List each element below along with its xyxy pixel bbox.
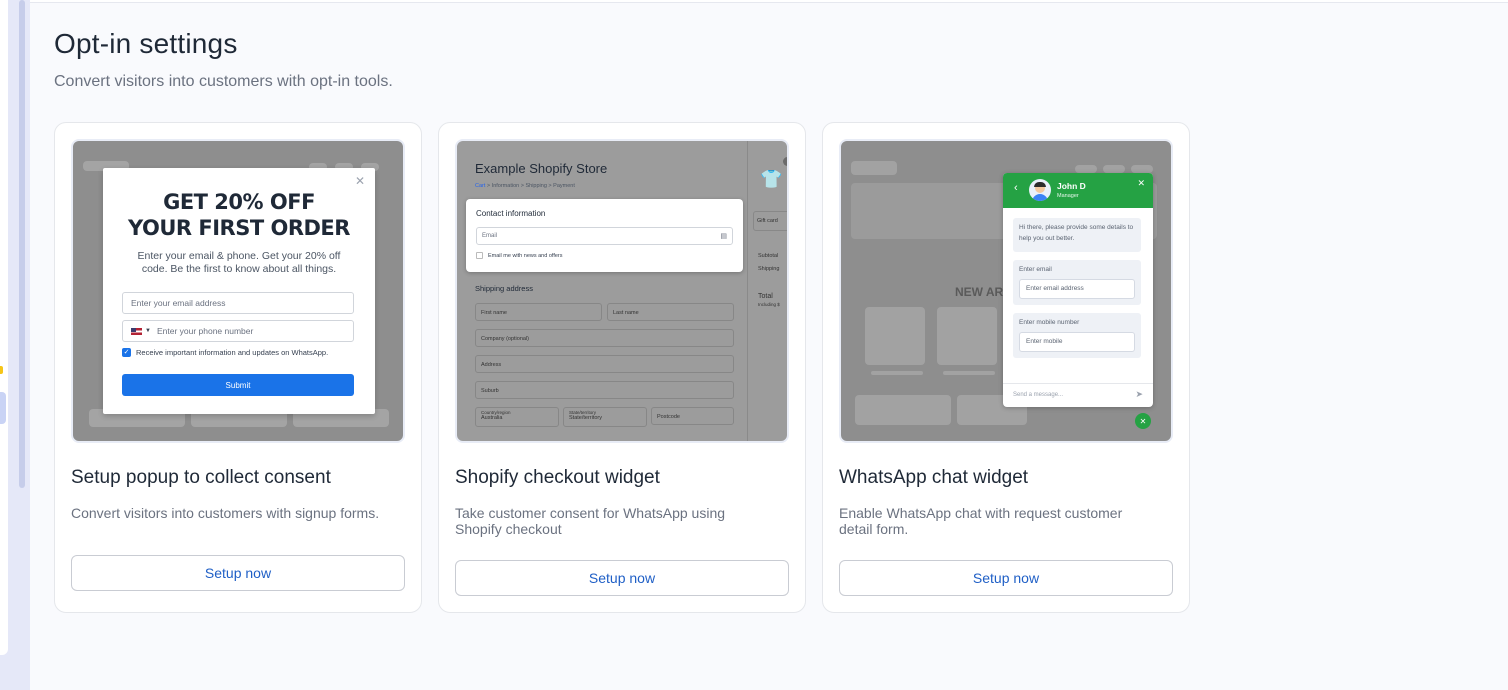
close-icon: ✕ [1137, 178, 1145, 188]
checkout-preview-image: Example Shopify Store Cart > Information… [455, 139, 789, 443]
email-field: Email ▤ [476, 227, 733, 245]
popup-submit-button: Submit [122, 374, 354, 396]
whatsapp-close-fab-icon: ✕ [1135, 413, 1151, 429]
send-icon: ➤ [1135, 389, 1143, 399]
sidebar-active-item[interactable] [0, 392, 6, 424]
phone-placeholder: Enter your phone number [156, 326, 254, 336]
news-checkbox: Email me with news and offers [476, 252, 563, 259]
chevron-down-icon: ▼ [145, 328, 151, 334]
agent-role: Manager [1057, 193, 1079, 199]
left-sidebar [0, 0, 30, 690]
address-field: Address [475, 355, 734, 373]
sidebar-indicator-dot [0, 366, 3, 374]
agent-name: John D [1057, 181, 1086, 191]
contact-information-box: Contact information Email ▤ Email me wit… [466, 199, 743, 272]
page-title: Opt-in settings [54, 28, 238, 59]
store-name: Example Shopify Store [475, 161, 608, 176]
email-group: Enter email Enter email address [1013, 260, 1141, 305]
popup-headline-2: YOUR FIRST ORDER [128, 216, 350, 240]
popup-headline-1: GET 20% OFF [163, 190, 315, 214]
card-description: Take customer consent for WhatsApp using… [455, 505, 726, 537]
quantity-badge [783, 157, 787, 166]
greeting-message: Hi there, please provide some details to… [1013, 218, 1141, 252]
total-label: Total [758, 293, 773, 300]
message-input: Send a message... ➤ [1003, 383, 1153, 407]
card-title: Shopify checkout widget [455, 467, 660, 488]
suburb-field: Suburb [475, 381, 734, 399]
tshirt-icon: 👕 [760, 169, 783, 189]
subtotal-label: Subtotal [758, 253, 779, 259]
first-name-field: First name [475, 303, 602, 321]
signup-popup: ✕ GET 20% OFF YOUR FIRST ORDER Enter you… [103, 168, 375, 414]
top-bar-edge [30, 0, 1508, 3]
checkmark-icon: ✓ [122, 348, 131, 357]
card-whatsapp-widget: NEW AR ‹ John D Manager ✕ Hi there, plea… [822, 122, 1190, 613]
including-label: Including $ [758, 302, 780, 307]
us-flag-icon [131, 327, 142, 335]
sidebar-panel [0, 0, 8, 655]
last-name-field: Last name [607, 303, 734, 321]
popup-email-input: Enter your email address [122, 292, 354, 314]
card-title: Setup popup to collect consent [71, 467, 331, 488]
card-description: Enable WhatsApp chat with request custom… [839, 505, 1123, 537]
card-popup-consent: ✕ GET 20% OFF YOUR FIRST ORDER Enter you… [54, 122, 422, 613]
shipping-title: Shipping address [475, 284, 533, 293]
shipping-label: Shipping [758, 266, 780, 272]
postcode-field: Postcode [651, 407, 734, 425]
avatar [1029, 179, 1051, 201]
country-select: Country/region Australia [475, 407, 559, 427]
popup-consent-checkbox: ✓ Receive important information and upda… [122, 348, 328, 357]
card-shopify-checkout: Example Shopify Store Cart > Information… [438, 122, 806, 613]
popup-phone-input: ▼ Enter your phone number [122, 320, 354, 342]
company-field: Company (optional) [475, 329, 734, 347]
whatsapp-preview-image: NEW AR ‹ John D Manager ✕ Hi there, plea… [839, 139, 1173, 443]
whatsapp-chat-window: ‹ John D Manager ✕ Hi there, please prov… [1003, 173, 1153, 407]
chevron-left-icon: ‹ [1014, 182, 1018, 194]
card-description: Convert visitors into customers with sig… [71, 505, 380, 521]
order-summary: 👕 Gift card Subtotal Shipping Total Incl… [747, 141, 787, 441]
popup-description: Enter your email & phone. Get your 20% o… [137, 250, 341, 275]
page-subtitle: Convert visitors into customers with opt… [54, 73, 393, 90]
mobile-group: Enter mobile number Enter mobile [1013, 313, 1141, 358]
setup-now-button[interactable]: Setup now [839, 560, 1173, 596]
contact-card-icon: ▤ [720, 233, 727, 240]
banner-text: NEW AR [955, 285, 1004, 299]
contact-title: Contact information [476, 209, 546, 218]
sidebar-scrollbar[interactable] [19, 0, 25, 488]
card-title: WhatsApp chat widget [839, 467, 1029, 488]
consent-label: Receive important information and update… [136, 348, 329, 357]
breadcrumb: Cart > Information > Shipping > Payment [475, 183, 575, 189]
setup-now-button[interactable]: Setup now [71, 555, 405, 591]
gift-card-field: Gift card [753, 211, 787, 231]
close-icon: ✕ [354, 174, 365, 188]
chat-header: ‹ John D Manager ✕ [1003, 173, 1153, 208]
setup-now-button[interactable]: Setup now [455, 560, 789, 596]
state-select: State/territory State/territory [563, 407, 647, 427]
popup-preview-image: ✕ GET 20% OFF YOUR FIRST ORDER Enter you… [71, 139, 405, 443]
